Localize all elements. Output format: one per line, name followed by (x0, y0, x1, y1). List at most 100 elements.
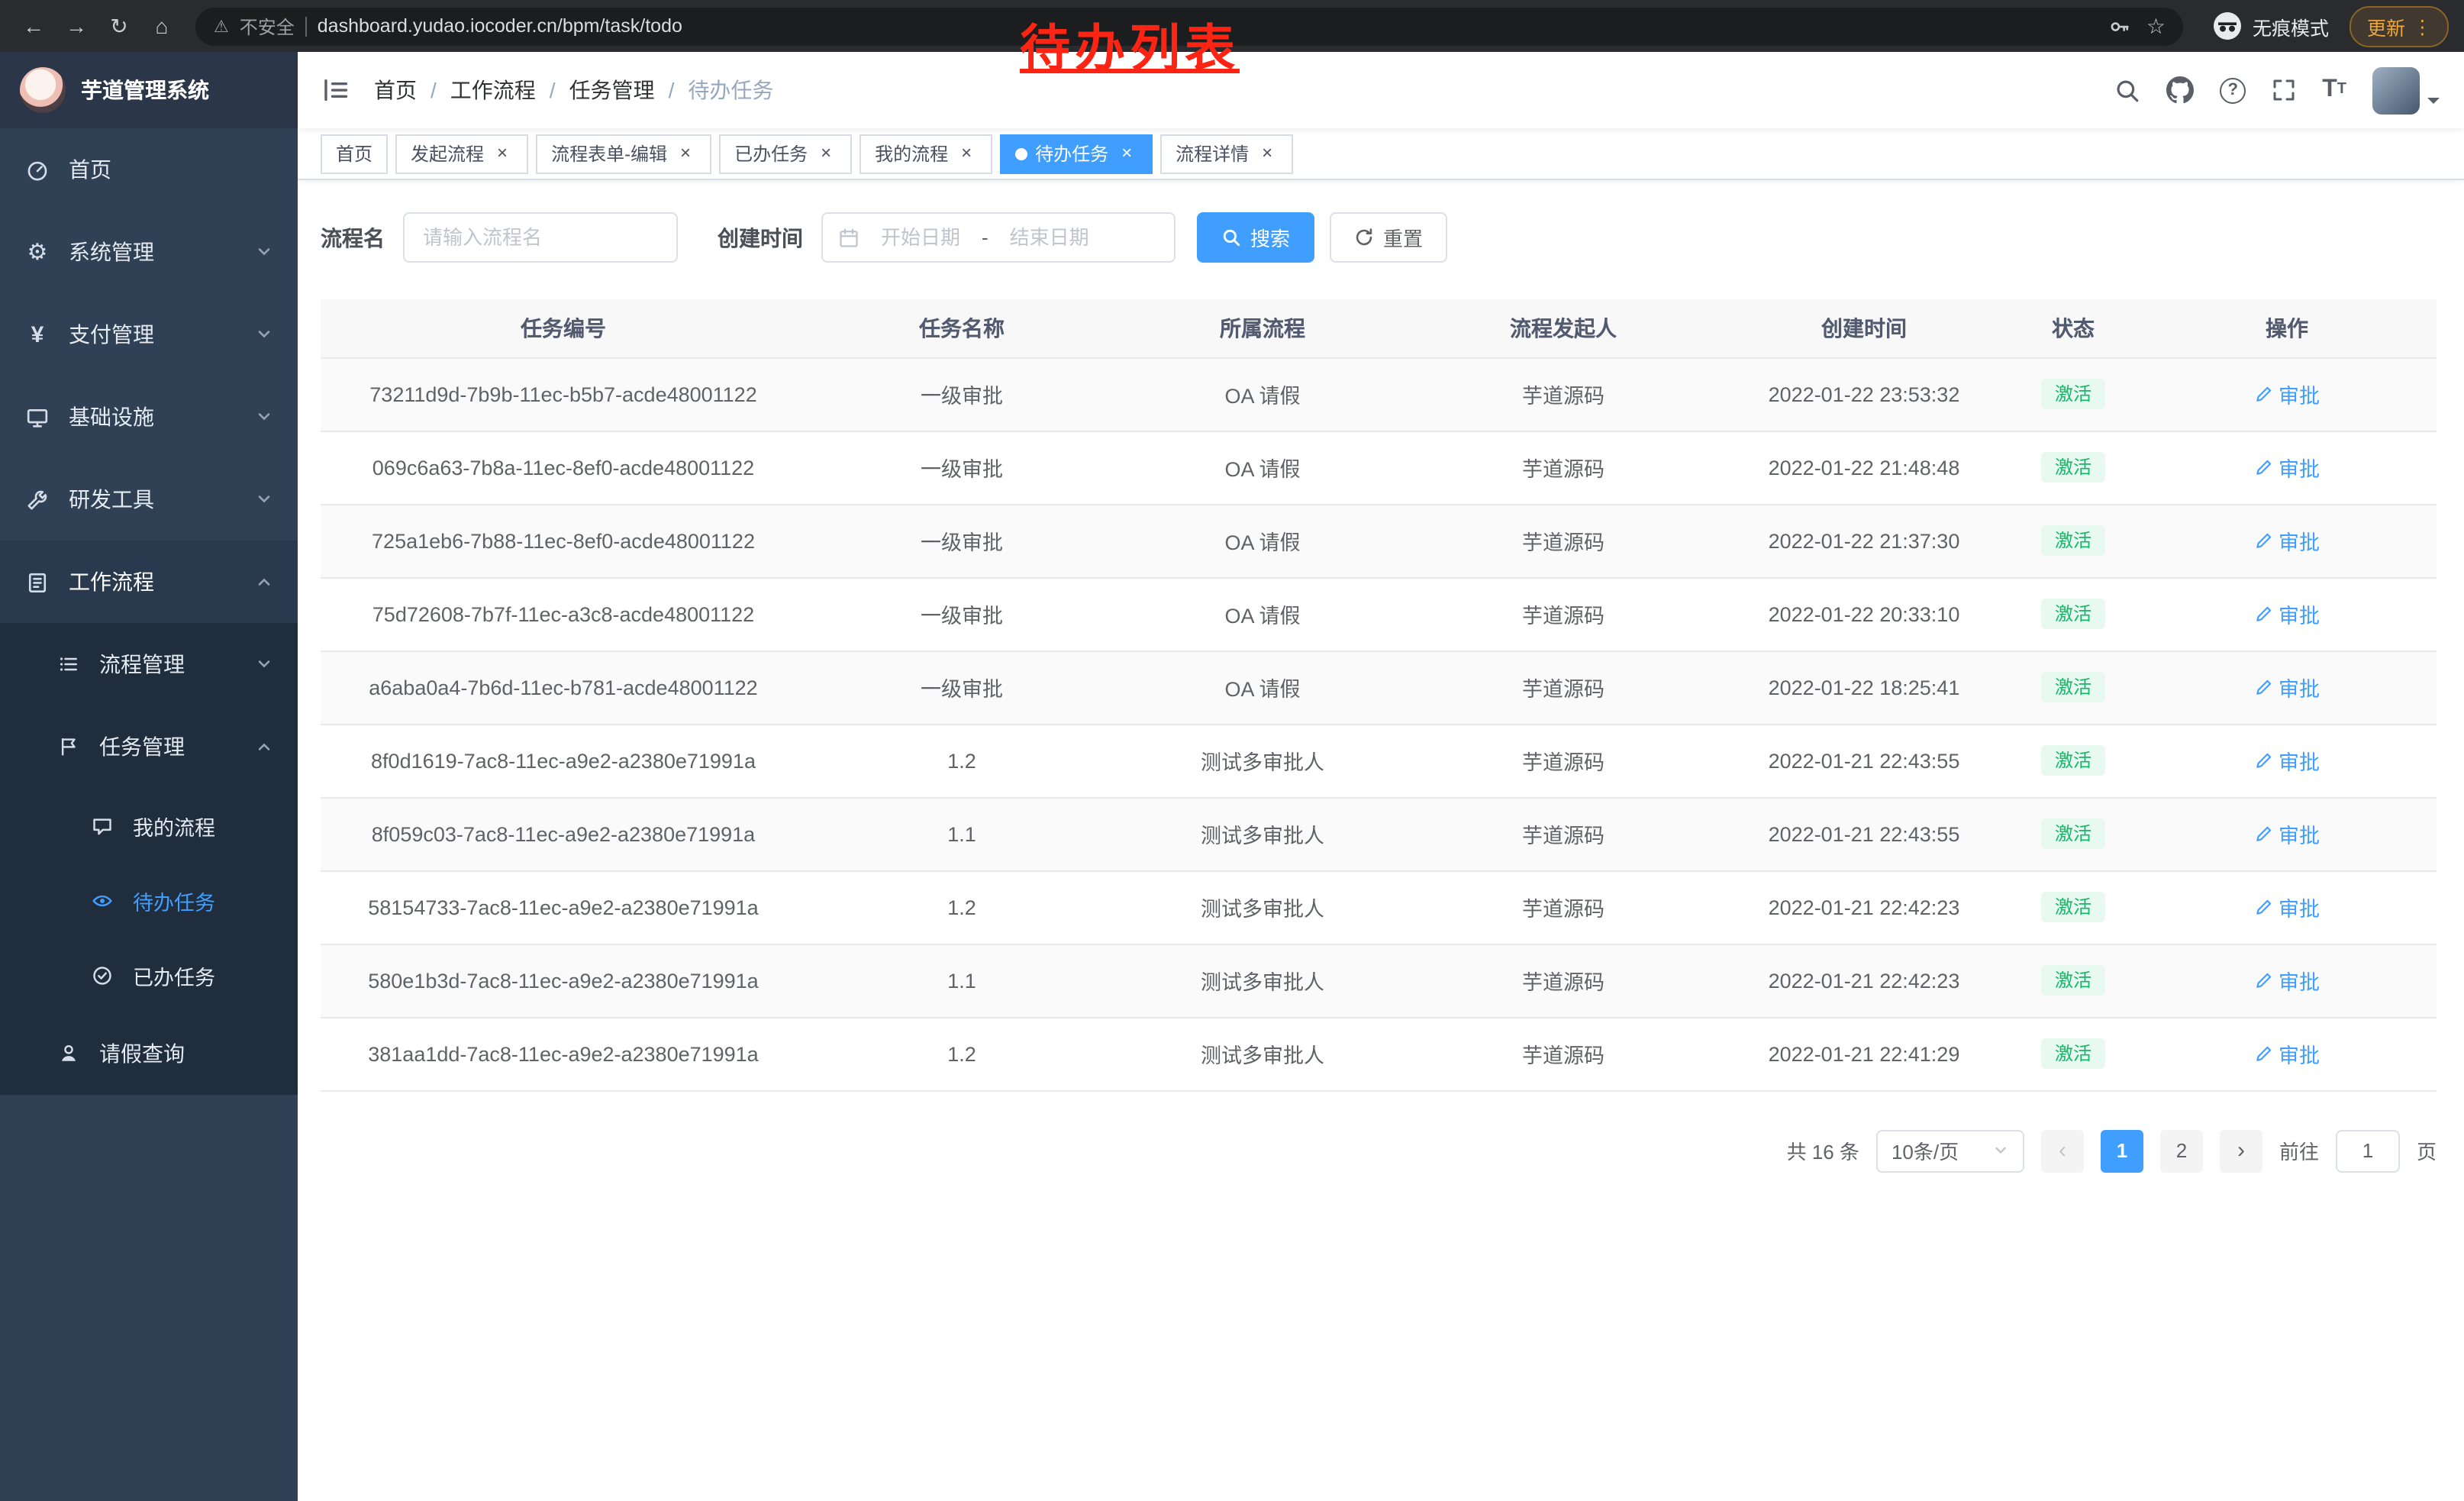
page-size-select[interactable]: 10条/页 (1876, 1129, 2024, 1172)
sidebar-item-task-manage[interactable]: 任务管理 (0, 705, 298, 788)
status-badge: 激活 (2041, 599, 2105, 629)
prev-page-button[interactable]: ‹ (2041, 1129, 2084, 1172)
sidebar-item-home[interactable]: 首页 (0, 128, 298, 211)
key-icon[interactable] (2108, 15, 2131, 37)
update-button[interactable]: 更新 ⋮ (2350, 5, 2449, 47)
table-row: 75d72608-7b7f-11ec-a3c8-acde48001122 一级审… (321, 577, 2437, 650)
logo-image (20, 67, 66, 113)
reload-icon[interactable]: ↻ (101, 8, 137, 44)
approve-button[interactable]: 审批 (2254, 745, 2320, 776)
annotation-overlay: 待办列表 (1020, 8, 1240, 81)
sidebar-item-my-process[interactable]: 我的流程 (0, 788, 298, 863)
page-button-2[interactable]: 2 (2160, 1129, 2203, 1172)
cell-action: 审批 (2137, 1017, 2437, 1090)
app-logo[interactable]: 芋道管理系统 (0, 52, 298, 128)
tab-home[interactable]: 首页 (321, 134, 388, 173)
table-row: 8f059c03-7ac8-11ec-a9e2-a2380e71991a 1.1… (321, 797, 2437, 870)
cell-status: 激活 (2009, 650, 2137, 724)
tab-todo-tasks[interactable]: 待办任务 × (1000, 134, 1153, 173)
date-range-picker[interactable]: - (821, 212, 1176, 263)
forward-icon[interactable]: → (58, 8, 95, 44)
approve-button[interactable]: 审批 (2254, 965, 2320, 996)
close-icon[interactable]: × (492, 143, 513, 164)
sidebar-item-done-tasks[interactable]: 已办任务 (0, 938, 298, 1012)
home-icon[interactable]: ⌂ (144, 8, 180, 44)
page-button-1[interactable]: 1 (2101, 1129, 2143, 1172)
sidebar-item-leave-query[interactable]: 请假查询 (0, 1012, 298, 1095)
star-icon[interactable]: ☆ (2146, 13, 2166, 39)
table-header-row: 任务编号任务名称所属流程流程发起人创建时间状态操作 (321, 299, 2437, 357)
tab-start-process[interactable]: 发起流程 × (395, 134, 528, 173)
sidebar-item-process-manage[interactable]: 流程管理 (0, 623, 298, 705)
collapse-sidebar-icon[interactable] (322, 76, 350, 104)
goto-page-input[interactable] (2336, 1129, 2400, 1172)
close-icon[interactable]: × (815, 143, 837, 164)
workflow-submenu: 流程管理 任务管理 我的流程 (0, 623, 298, 1095)
column-header: 任务名称 (806, 299, 1118, 357)
sidebar-item-label: 首页 (69, 154, 111, 185)
reset-button[interactable]: 重置 (1330, 212, 1447, 263)
font-size-icon[interactable]: TT (2322, 78, 2346, 102)
approve-button[interactable]: 审批 (2254, 672, 2320, 702)
cell-process: OA 请假 (1118, 650, 1408, 724)
sidebar-item-infrastructure[interactable]: 基础设施 (0, 376, 298, 458)
cell-status: 激活 (2009, 577, 2137, 650)
tab-process-detail[interactable]: 流程详情 × (1160, 134, 1293, 173)
sidebar-item-payment[interactable]: ¥ 支付管理 (0, 293, 298, 376)
cell-task-name: 一级审批 (806, 577, 1118, 650)
more-vert-icon[interactable]: ⋮ (2413, 15, 2432, 37)
approve-button[interactable]: 审批 (2254, 452, 2320, 483)
breadcrumb-home[interactable]: 首页 (374, 75, 417, 105)
sidebar-item-workflow[interactable]: 工作流程 (0, 541, 298, 623)
breadcrumb-current: 待办任务 (688, 75, 773, 105)
cell-action: 审批 (2137, 650, 2437, 724)
sidebar-item-system[interactable]: ⚙ 系统管理 (0, 211, 298, 293)
table-row: 069c6a63-7b8a-11ec-8ef0-acde48001122 一级审… (321, 431, 2437, 504)
approve-button[interactable]: 审批 (2254, 818, 2320, 849)
user-avatar[interactable] (2372, 66, 2440, 114)
start-date-input[interactable] (866, 226, 976, 249)
chevron-down-icon (255, 408, 273, 426)
cell-task-name: 一级审批 (806, 431, 1118, 504)
edit-icon (2254, 605, 2272, 623)
github-icon[interactable] (2166, 76, 2194, 104)
approve-button[interactable]: 审批 (2254, 525, 2320, 556)
tab-done-tasks[interactable]: 已办任务 × (719, 134, 852, 173)
approve-button[interactable]: 审批 (2254, 599, 2320, 629)
table-row: 725a1eb6-7b88-11ec-8ef0-acde48001122 一级审… (321, 504, 2437, 577)
close-icon[interactable]: × (1256, 143, 1278, 164)
approve-button[interactable]: 审批 (2254, 1038, 2320, 1069)
sidebar-item-todo-tasks[interactable]: 待办任务 (0, 863, 298, 938)
cell-created: 2022-01-22 23:53:32 (1719, 357, 2009, 431)
fullscreen-icon[interactable] (2272, 78, 2296, 102)
sidebar-item-devtools[interactable]: 研发工具 (0, 458, 298, 541)
sidebar-item-label: 待办任务 (133, 885, 215, 915)
search-button[interactable]: 搜索 (1197, 212, 1314, 263)
close-icon[interactable]: × (675, 143, 696, 164)
help-icon[interactable]: ? (2220, 77, 2246, 103)
cell-task-id: 725a1eb6-7b88-11ec-8ef0-acde48001122 (321, 504, 806, 577)
chevron-down-icon (1992, 1142, 2009, 1159)
approve-button[interactable]: 审批 (2254, 379, 2320, 409)
cell-status: 激活 (2009, 431, 2137, 504)
active-dot (1015, 147, 1027, 160)
cell-created: 2022-01-22 21:48:48 (1719, 431, 2009, 504)
close-icon[interactable]: × (956, 143, 977, 164)
back-icon[interactable]: ← (15, 8, 52, 44)
search-icon[interactable] (2114, 77, 2140, 103)
cell-process: 测试多审批人 (1118, 797, 1408, 870)
approve-button[interactable]: 审批 (2254, 892, 2320, 922)
app-title: 芋道管理系统 (81, 75, 209, 105)
chevron-down-icon (255, 325, 273, 344)
process-name-input[interactable] (403, 212, 678, 263)
close-icon[interactable]: × (1116, 143, 1137, 164)
dashboard-icon (24, 158, 50, 181)
next-page-button[interactable]: › (2220, 1129, 2262, 1172)
end-date-input[interactable] (995, 226, 1105, 249)
top-navbar: 首页 / 工作流程 / 任务管理 / 待办任务 ? (298, 52, 2464, 128)
breadcrumb: 首页 / 工作流程 / 任务管理 / 待办任务 (374, 75, 773, 105)
tab-my-process[interactable]: 我的流程 × (859, 134, 992, 173)
tab-form-edit[interactable]: 流程表单-编辑 × (536, 134, 711, 173)
tags-view: 首页 发起流程 × 流程表单-编辑 × 已办任务 × 我的流程 × (298, 128, 2464, 180)
page-content: 流程名 创建时间 - 搜索 (298, 180, 2464, 1501)
